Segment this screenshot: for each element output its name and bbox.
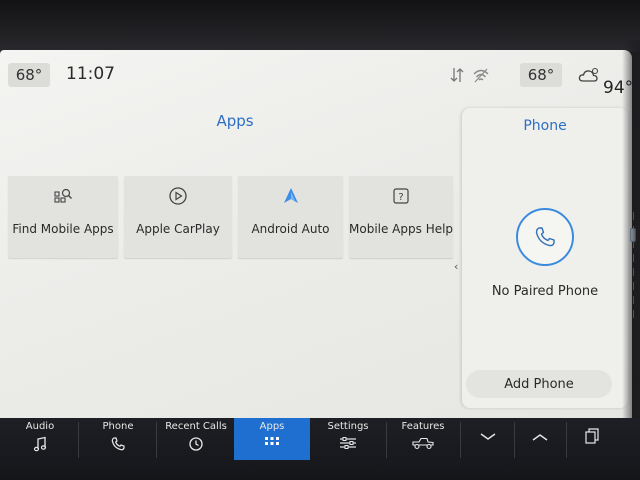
- nav-multitask-button[interactable]: [570, 418, 614, 462]
- nav-label: Phone: [102, 421, 134, 432]
- bottom-nav: Audio Phone Recent Calls Apps Settings F…: [0, 418, 640, 480]
- nav-phone[interactable]: Phone: [84, 418, 152, 462]
- chevron-left-icon[interactable]: ‹: [454, 260, 458, 273]
- music-note-icon: [33, 436, 47, 452]
- screen-bezel: [0, 0, 640, 52]
- data-transfer-icon: [450, 68, 464, 82]
- apple-carplay-tile[interactable]: Apple CarPlay: [124, 176, 232, 258]
- cloudy-weather-icon: [578, 67, 599, 82]
- find-mobile-apps-tile[interactable]: Find Mobile Apps: [8, 176, 118, 258]
- phone-panel: Phone No Paired Phone Add Phone: [462, 108, 628, 408]
- nav-collapse-button[interactable]: [466, 418, 510, 462]
- nav-divider: [386, 422, 387, 458]
- chevron-up-icon: [532, 434, 548, 441]
- svg-text:?: ?: [398, 192, 403, 203]
- status-bar: 68° 11:07 68° 94°: [0, 50, 632, 100]
- tile-label: Apple CarPlay: [136, 222, 220, 236]
- nav-divider: [566, 422, 567, 458]
- history-icon: [189, 437, 203, 451]
- tile-label: Find Mobile Apps: [12, 222, 114, 236]
- android-auto-tile[interactable]: Android Auto: [238, 176, 343, 258]
- nav-label: Recent Calls: [165, 421, 227, 432]
- nav-label: Features: [401, 421, 445, 432]
- chevron-down-icon: [480, 433, 496, 440]
- carplay-icon: [169, 187, 187, 205]
- nav-divider: [78, 422, 79, 458]
- nav-label: Settings: [327, 421, 369, 432]
- add-phone-button[interactable]: Add Phone: [466, 370, 612, 398]
- nav-recent-calls[interactable]: Recent Calls: [160, 418, 232, 462]
- clock: 11:07: [66, 64, 115, 84]
- android-auto-icon: [283, 188, 298, 203]
- phone-panel-title: Phone: [523, 118, 567, 134]
- nav-divider: [460, 422, 461, 458]
- nav-divider: [156, 422, 157, 458]
- phone-icon: [111, 437, 125, 451]
- tile-label: Mobile Apps Help: [349, 222, 454, 236]
- nav-divider: [514, 422, 515, 458]
- phone-icon: [535, 227, 555, 247]
- phone-status-text: No Paired Phone: [491, 284, 599, 299]
- infotainment-screen: 68° 11:07 68° 94° Apps Find Mobile Apps: [0, 50, 632, 418]
- help-icon: ?: [393, 188, 409, 204]
- mobile-apps-help-tile[interactable]: ? Mobile Apps Help: [349, 176, 453, 258]
- grid-icon: [265, 437, 279, 445]
- screen-bezel-edge: [622, 40, 640, 430]
- nav-label: Apps: [259, 421, 285, 432]
- nav-expand-button[interactable]: [518, 418, 562, 462]
- phone-call-button[interactable]: [516, 208, 574, 266]
- tile-label: Android Auto: [251, 222, 330, 236]
- find-apps-icon: [54, 188, 72, 203]
- nav-apps[interactable]: Apps: [234, 418, 310, 460]
- nav-settings[interactable]: Settings: [314, 418, 382, 462]
- truck-icon: [412, 437, 434, 450]
- apps-title: Apps: [216, 112, 254, 130]
- sliders-icon: [340, 437, 356, 449]
- passenger-temp-button[interactable]: 68°: [520, 63, 562, 87]
- nav-audio[interactable]: Audio: [8, 418, 72, 462]
- windows-icon: [585, 428, 599, 444]
- wifi-icon: [473, 68, 489, 83]
- nav-label: Audio: [25, 421, 55, 432]
- nav-features[interactable]: Features: [390, 418, 456, 462]
- driver-temp-button[interactable]: 68°: [8, 63, 50, 87]
